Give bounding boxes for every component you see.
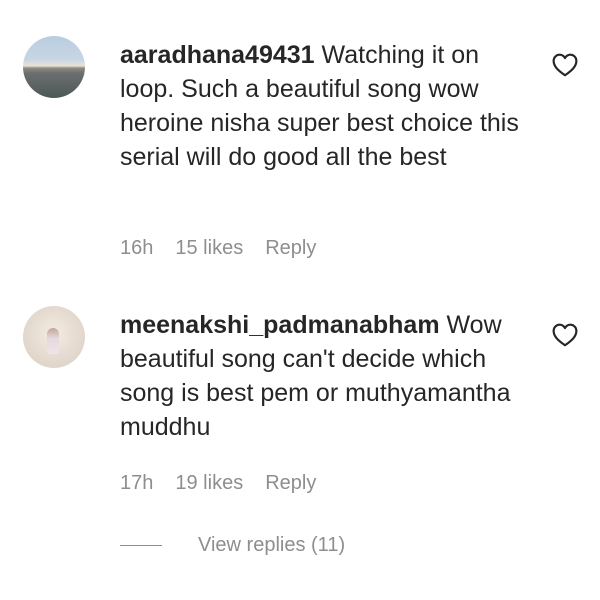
comment-likes-count[interactable]: 19 likes [175,472,243,495]
view-replies-button[interactable]: View replies (11) [120,534,345,557]
reply-button[interactable]: Reply [265,472,316,495]
avatar-figure [47,328,59,354]
replies-divider-line [120,545,162,546]
comment-body: aaradhana49431 Watching it on loop. Such… [120,38,530,174]
comment-timestamp[interactable]: 17h [120,472,153,495]
comment-username[interactable]: meenakshi_padmanabham [120,311,440,339]
comment-meta: 16h 15 likes Reply [120,237,316,260]
avatar[interactable] [23,36,85,98]
reply-button[interactable]: Reply [265,237,316,260]
comment-timestamp[interactable]: 16h [120,237,153,260]
heart-outline-icon[interactable] [552,323,578,347]
comment-username[interactable]: aaradhana49431 [120,41,315,69]
comment-meta: 17h 19 likes Reply [120,472,316,495]
comment-body: meenakshi_padmanabham Wow beautiful song… [120,308,530,444]
comment-likes-count[interactable]: 15 likes [175,237,243,260]
view-replies-label: View replies (11) [198,534,346,556]
heart-outline-icon[interactable] [552,53,578,77]
avatar[interactable] [23,306,85,368]
